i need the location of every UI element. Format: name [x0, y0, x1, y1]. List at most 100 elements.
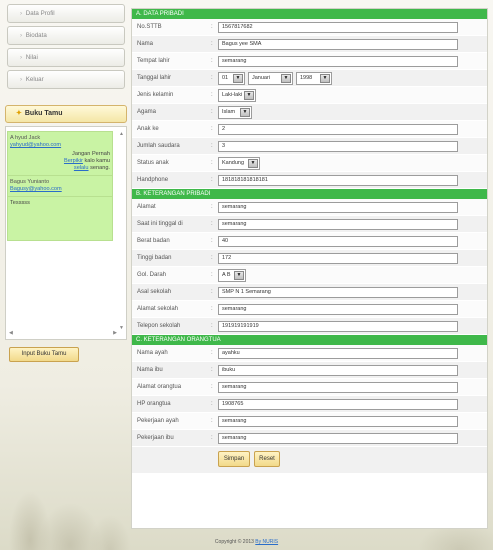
nav-keluar[interactable]: › Keluar: [7, 70, 125, 89]
anak-ke-input[interactable]: 2: [218, 124, 458, 135]
field-label: Jumlah saudara: [137, 143, 180, 149]
handphone-input[interactable]: 181818181818181: [218, 175, 458, 186]
bukutamu-message: Bagus Yunianto Bagusy@yahoo.com: [8, 176, 112, 197]
tempat-lahir-input[interactable]: semarang: [218, 56, 458, 67]
page: › Data Profil › Biodata › Nilai › Keluar…: [0, 0, 493, 550]
field-label: Tanggal lahir: [137, 75, 172, 81]
message-link[interactable]: selalu: [74, 165, 89, 171]
tinggi-badan-input[interactable]: 172: [218, 253, 458, 264]
colon: :: [211, 418, 213, 424]
gender-select[interactable]: Laki-laki ▼: [218, 89, 256, 102]
hp-orangtua-input[interactable]: 1908765: [218, 399, 458, 410]
message-link[interactable]: Berpikir: [64, 158, 83, 164]
bukutamu-title: Buku Tamu: [24, 110, 63, 117]
select-value: Islam: [222, 109, 236, 115]
telepon-sekolah-input[interactable]: 191919191919: [218, 321, 458, 332]
colon: :: [211, 272, 213, 278]
colon: :: [211, 126, 213, 132]
message-email[interactable]: Bagusy@yahoo.com: [10, 186, 110, 193]
colon: :: [211, 221, 213, 227]
field-label: Anak ke: [137, 126, 159, 132]
dropdown-arrow-icon[interactable]: ▼: [320, 74, 330, 83]
horizontal-scrollbar[interactable]: ◀ ▶: [7, 330, 119, 337]
day-select[interactable]: 01 ▼: [218, 72, 245, 85]
author-link[interactable]: By NURIS: [255, 539, 278, 545]
form-row: Alamat sekolah: semarang: [132, 301, 487, 318]
colon: :: [211, 255, 213, 261]
form-row: Tempat lahir: semarang: [132, 53, 487, 70]
religion-select[interactable]: Islam ▼: [218, 106, 252, 119]
colon: :: [211, 367, 213, 373]
dropdown-arrow-icon[interactable]: ▼: [248, 159, 258, 168]
form-row: Nama: Bagus yee SMA: [132, 36, 487, 53]
nav-data-profil[interactable]: › Data Profil: [7, 4, 125, 23]
year-select[interactable]: 1998 ▼: [296, 72, 332, 85]
scroll-right-icon[interactable]: ▶: [113, 330, 117, 336]
bukutamu-message: Tesssss: [10, 200, 30, 206]
biodata-form: A. DATA PRIBADI No.STTB:1567817682 Nama:…: [131, 8, 488, 529]
jumlah-saudara-input[interactable]: 3: [218, 141, 458, 152]
colon: :: [211, 75, 213, 81]
berat-badan-input[interactable]: 40: [218, 236, 458, 247]
field-label: Gol. Darah: [137, 272, 167, 278]
dropdown-arrow-icon[interactable]: ▼: [240, 108, 250, 117]
colon: :: [211, 177, 213, 183]
dropdown-arrow-icon[interactable]: ▼: [281, 74, 291, 83]
nama-ayah-input[interactable]: ayahku: [218, 348, 458, 359]
message-text: Jangan Pernah Berpikir kalo kamu selalu s…: [10, 151, 110, 172]
pekerjaan-ayah-input[interactable]: semarang: [218, 416, 458, 427]
footer: Copyright © 2013 By NURIS: [0, 539, 493, 545]
alamat-sekolah-input[interactable]: semarang: [218, 304, 458, 315]
form-row: Nama ibu: ibuku: [132, 362, 487, 379]
nama-ibu-input[interactable]: ibuku: [218, 365, 458, 376]
simpan-button[interactable]: Simpan: [218, 451, 250, 467]
input-bukutamu-button[interactable]: Input Buku Tamu: [9, 347, 79, 362]
sttb-input[interactable]: 1567817682: [218, 22, 458, 33]
field-label: Telepon sekolah: [137, 323, 181, 329]
form-row: No.STTB:1567817682: [132, 19, 487, 36]
message-author: A hyud Jack: [10, 135, 41, 141]
reset-button[interactable]: Reset: [254, 451, 280, 467]
form-row: Jumlah saudara:3: [132, 138, 487, 155]
alamat-input[interactable]: semarang: [218, 202, 458, 213]
blood-type-select[interactable]: A B ▼: [218, 269, 246, 282]
field-label: Pekerjaan ayah: [137, 418, 179, 424]
form-row: Anak ke:2: [132, 121, 487, 138]
section-a-rows: No.STTB:1567817682 Nama: Bagus yee SMA Te…: [132, 19, 487, 189]
scroll-up-icon[interactable]: ▲: [118, 131, 125, 137]
dropdown-arrow-icon[interactable]: ▼: [234, 271, 244, 280]
tinggal-di-input[interactable]: semarang: [218, 219, 458, 230]
field-label: Handphone: [137, 177, 169, 183]
form-row: Pekerjaan ibu: semarang: [132, 430, 487, 447]
colon: :: [211, 160, 213, 166]
status-anak-select[interactable]: Kandung ▼: [218, 157, 260, 170]
copyright-text: Copyright © 2013: [214, 539, 254, 545]
field-label: HP orangtua: [137, 401, 171, 407]
asal-sekolah-input[interactable]: SMP N 1 Semarang: [218, 287, 458, 298]
field-label: Nama: [137, 41, 154, 47]
dropdown-arrow-icon[interactable]: ▼: [233, 74, 243, 83]
alamat-orangtua-input[interactable]: semarang: [218, 382, 458, 393]
nav-nilai[interactable]: › Nilai: [7, 48, 125, 67]
field-label: Nama ibu: [137, 367, 163, 373]
section-header: C. KETERANGAN ORANGTUA: [132, 335, 487, 345]
nav-biodata[interactable]: › Biodata: [7, 26, 125, 45]
pekerjaan-ibu-input[interactable]: semarang: [218, 433, 458, 444]
field-label: Nama ayah: [137, 350, 168, 356]
nama-input[interactable]: Bagus yee SMA: [218, 39, 458, 50]
form-row: Alamat orangtua: semarang: [132, 379, 487, 396]
select-value: Laki-laki: [222, 92, 243, 98]
month-select[interactable]: Januari ▼: [248, 72, 293, 85]
section-b-rows: Alamat: semarang Saat ini tinggal di: sema…: [132, 199, 487, 335]
scroll-left-icon[interactable]: ◀: [9, 330, 13, 336]
colon: :: [211, 41, 213, 47]
select-value: Kandung: [222, 160, 245, 166]
colon: :: [211, 384, 213, 390]
scroll-down-icon[interactable]: ▼: [118, 325, 125, 331]
dropdown-arrow-icon[interactable]: ▼: [244, 91, 254, 100]
message-author: Bagus Yunianto: [10, 179, 50, 185]
section-header: B. KETERANGAN PRIBADI: [132, 189, 487, 199]
vertical-scrollbar[interactable]: ▲ ▼: [118, 131, 125, 331]
message-email[interactable]: yahyud@yahoo.com: [10, 142, 110, 149]
section-c-rows: Nama ayah: ayahku Nama ibu: ibuku Alamat o…: [132, 345, 487, 447]
